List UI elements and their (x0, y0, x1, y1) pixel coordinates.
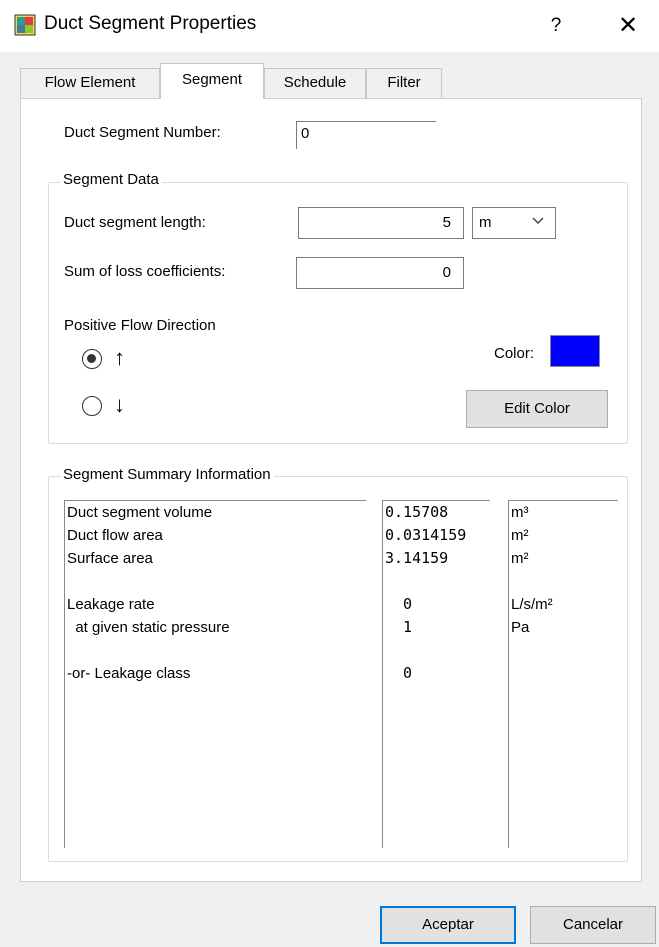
list-item: Surface area (67, 550, 153, 567)
list-item: L/s/m² (511, 596, 553, 613)
summary-values-list: 0.15708 0.0314159 3.14159 0 1 0 (382, 500, 490, 848)
cancel-button[interactable]: Cancelar (530, 906, 656, 944)
edit-color-button[interactable]: Edit Color (466, 390, 608, 428)
list-item: 0.15708 (385, 503, 449, 521)
length-unit-value: m (479, 214, 492, 231)
list-item: at given static pressure (67, 619, 230, 636)
tab-flow-element[interactable]: Flow Element (20, 68, 160, 98)
help-button[interactable]: ? (536, 8, 576, 44)
list-item: m² (511, 550, 529, 567)
chevron-down-icon (532, 217, 544, 225)
direction-up-radio[interactable] (82, 349, 102, 369)
color-label: Color: (494, 345, 535, 362)
flow-direction-label: Positive Flow Direction (64, 317, 216, 334)
list-item: 3.14159 (385, 549, 449, 567)
tab-schedule[interactable]: Schedule (264, 68, 366, 98)
list-item: Duct segment volume (67, 504, 213, 521)
segment-data-title: Segment Data (60, 171, 162, 188)
length-unit-select[interactable]: m (472, 207, 556, 239)
list-item (509, 570, 618, 593)
arrow-down-icon: ↓ (114, 392, 125, 417)
tab-segment[interactable]: Segment (160, 63, 264, 99)
arrow-up-icon: ↑ (114, 345, 125, 370)
list-item: 1 (385, 618, 413, 636)
list-item (509, 662, 618, 685)
list-item: 0.0314159 (385, 526, 467, 544)
color-swatch (550, 335, 600, 367)
tab-filter[interactable]: Filter (366, 68, 442, 98)
close-button[interactable]: ✕ (608, 8, 648, 44)
loss-input[interactable]: 0 (296, 257, 464, 289)
summary-title: Segment Summary Information (60, 466, 274, 483)
list-item: -or- Leakage class (67, 665, 191, 682)
length-input[interactable]: 5 (298, 207, 464, 239)
list-item (509, 639, 618, 662)
length-label: Duct segment length: (64, 214, 206, 231)
list-item: m³ (511, 504, 529, 521)
list-item: Leakage rate (67, 596, 155, 613)
app-icon (14, 14, 36, 36)
segment-number-field[interactable]: 0 (296, 121, 436, 149)
direction-down-radio[interactable] (82, 396, 102, 416)
list-item (65, 570, 366, 593)
list-item (383, 639, 490, 662)
list-item: Pa (511, 619, 530, 636)
radio-selected-dot (87, 354, 96, 363)
summary-units-list: m³ m² m² L/s/m² Pa (508, 500, 618, 848)
list-item: m² (511, 527, 529, 544)
list-item: 0 (385, 595, 413, 613)
list-item (383, 570, 490, 593)
title-bar: Duct Segment Properties ? ✕ (0, 0, 659, 52)
window-title: Duct Segment Properties (44, 13, 257, 34)
segment-number-label: Duct Segment Number: (64, 124, 221, 141)
list-item: Duct flow area (67, 527, 163, 544)
list-item (65, 639, 366, 662)
ok-button[interactable]: Aceptar (380, 906, 516, 944)
loss-label: Sum of loss coefficients: (64, 263, 226, 280)
summary-names-list: Duct segment volume Duct flow area Surfa… (64, 500, 366, 848)
list-item: 0 (385, 664, 413, 682)
